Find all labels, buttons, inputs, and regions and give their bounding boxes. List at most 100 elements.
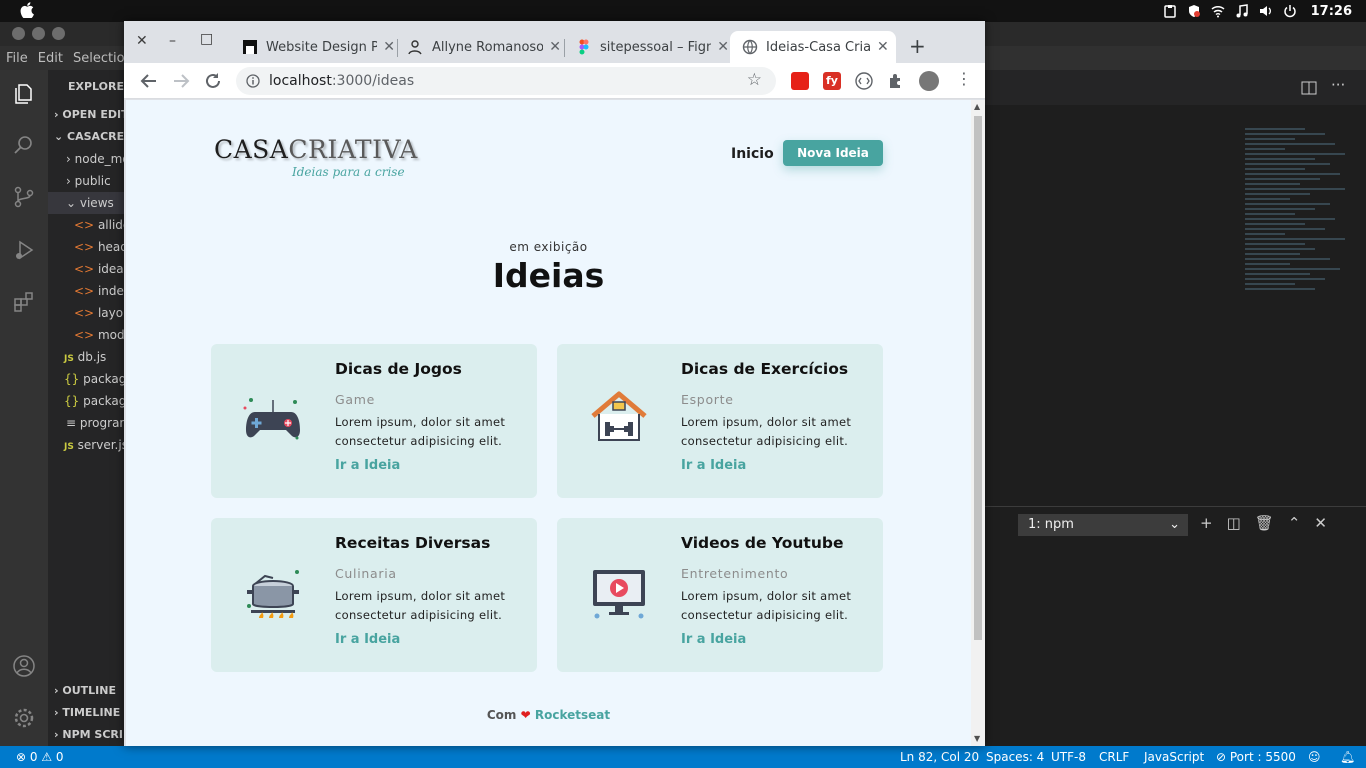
- tab-website-design[interactable]: Website Design Pro ✕: [230, 31, 395, 63]
- shield-icon[interactable]: [1187, 4, 1201, 18]
- profile-avatar[interactable]: [919, 71, 939, 91]
- tree-item[interactable]: <> head.html: [74, 236, 126, 258]
- outline-section[interactable]: › OUTLINE: [54, 680, 116, 702]
- chevron-up-icon[interactable]: ⌃: [1288, 514, 1301, 532]
- logo-bold-text: CRIATIVA: [288, 135, 418, 164]
- cursor-position[interactable]: Ln 82, Col 20: [900, 746, 979, 768]
- live-server-port[interactable]: ⊘ Port : 5500: [1216, 746, 1296, 768]
- idea-card[interactable]: Videos de Youtube Entretenimento Lorem i…: [557, 518, 883, 672]
- nav-home-link[interactable]: Inicio: [731, 146, 774, 162]
- tree-item[interactable]: JS server.js: [64, 434, 126, 456]
- indentation[interactable]: Spaces: 4: [986, 746, 1044, 768]
- rocketseat-link[interactable]: Rocketseat: [535, 708, 610, 722]
- clipboard-icon[interactable]: [1163, 4, 1177, 18]
- music-icon[interactable]: [1235, 4, 1249, 18]
- volume-icon[interactable]: [1259, 4, 1273, 18]
- power-icon[interactable]: [1283, 4, 1297, 18]
- close-tab-icon[interactable]: ✕: [383, 39, 395, 55]
- open-editors-section[interactable]: › OPEN EDITORS: [54, 104, 126, 126]
- add-terminal-icon[interactable]: +: [1200, 514, 1213, 532]
- close-tab-icon[interactable]: ✕: [717, 39, 729, 55]
- maximize-window-icon[interactable]: □: [200, 31, 213, 47]
- scrollbar-thumb[interactable]: [974, 116, 982, 640]
- explorer-icon[interactable]: [12, 82, 36, 106]
- tree-item[interactable]: › node_modules: [66, 148, 126, 170]
- extensions-icon[interactable]: [12, 290, 36, 314]
- new-tab-icon[interactable]: +: [909, 34, 926, 58]
- trash-icon[interactable]: 🗑: [1255, 514, 1274, 532]
- notifications-icon[interactable]: 🔔︎: [1340, 746, 1355, 768]
- tab-allyne[interactable]: Allyne Romanosoares ✕: [396, 31, 561, 63]
- split-terminal-icon[interactable]: ◫: [1227, 514, 1241, 532]
- card-category: Esporte: [681, 392, 734, 407]
- bookmark-star-icon[interactable]: ☆: [747, 70, 762, 90]
- card-link[interactable]: Ir a Ideia: [681, 632, 746, 647]
- fy-extension-icon[interactable]: fy: [823, 72, 841, 90]
- tree-item[interactable]: <> layout.html: [74, 302, 126, 324]
- tree-item[interactable]: {} package-lock.json: [64, 390, 126, 412]
- npm-scripts-section[interactable]: › NPM SCRIPTS: [54, 724, 126, 746]
- encoding[interactable]: UTF-8: [1051, 746, 1086, 768]
- project-folder[interactable]: ⌄ CASACREATIVA: [54, 126, 126, 148]
- page-scrollbar[interactable]: ▲ ▼: [971, 100, 985, 746]
- account-icon[interactable]: [12, 654, 36, 678]
- wifi-icon[interactable]: [1211, 4, 1225, 18]
- tree-item[interactable]: › public: [66, 170, 111, 192]
- end-of-line[interactable]: CRLF: [1099, 746, 1129, 768]
- card-link[interactable]: Ir a Ideia: [681, 458, 746, 473]
- minimize-window-icon[interactable]: –: [169, 33, 176, 49]
- tree-item[interactable]: {} package.json: [64, 368, 126, 390]
- tab-figma[interactable]: sitepessoal – Figma ✕: [564, 31, 729, 63]
- card-link[interactable]: Ir a Ideia: [335, 458, 400, 473]
- language-mode[interactable]: JavaScript: [1144, 746, 1204, 768]
- reload-icon[interactable]: [202, 70, 224, 92]
- code-extension-icon[interactable]: [855, 72, 873, 90]
- browser-menu-icon[interactable]: ⋮: [956, 69, 972, 88]
- tree-item[interactable]: <> ideas.html: [74, 258, 126, 280]
- tree-item[interactable]: <> modal.html: [74, 324, 126, 346]
- terminal-select[interactable]: 1: npm ⌄: [1018, 514, 1188, 536]
- idea-card[interactable]: Dicas de Jogos Game Lorem ipsum, dolor s…: [211, 344, 537, 498]
- timeline-section[interactable]: › TIMELINE: [54, 702, 120, 724]
- tab-ideias-active[interactable]: Ideias-Casa Criativa ✕: [730, 31, 896, 63]
- scroll-down-arrow-icon[interactable]: ▼: [974, 734, 980, 743]
- close-tab-icon[interactable]: ✕: [549, 39, 561, 55]
- new-idea-button[interactable]: Nova Ideia: [783, 140, 883, 166]
- menu-edit[interactable]: Edit: [38, 51, 63, 66]
- run-debug-icon[interactable]: [12, 238, 36, 262]
- close-window-icon[interactable]: ✕: [136, 33, 148, 49]
- close-panel-icon[interactable]: ✕: [1314, 514, 1327, 532]
- clock[interactable]: 17:26: [1311, 4, 1352, 19]
- window-close-button[interactable]: [12, 27, 25, 40]
- search-icon[interactable]: [12, 133, 36, 157]
- site-info-icon[interactable]: [246, 74, 260, 88]
- idea-card[interactable]: Dicas de Exercícios Esporte Lorem ipsum,…: [557, 344, 883, 498]
- apple-icon[interactable]: [20, 2, 34, 22]
- extensions-puzzle-icon[interactable]: [887, 72, 905, 90]
- tree-item[interactable]: <> allideas.html: [74, 214, 126, 236]
- close-tab-icon[interactable]: ✕: [877, 39, 889, 55]
- logo[interactable]: CASACRIATIVA Ideias para a crise: [214, 135, 418, 179]
- window-minimize-button[interactable]: [32, 27, 45, 40]
- feedback-icon[interactable]: ☺: [1308, 746, 1321, 768]
- tree-item[interactable]: ≡ programming.txt: [66, 412, 126, 434]
- split-editor-icon[interactable]: [1301, 80, 1317, 96]
- idea-card[interactable]: Receitas Diversas Culinaria Lorem ipsum,…: [211, 518, 537, 672]
- terminal-panel[interactable]: [985, 506, 1366, 746]
- address-bar[interactable]: localhost:3000/ideas ☆: [236, 67, 776, 95]
- youtube-extension-icon[interactable]: [791, 72, 809, 90]
- card-link[interactable]: Ir a Ideia: [335, 632, 400, 647]
- window-maximize-button[interactable]: [52, 27, 65, 40]
- more-actions-icon[interactable]: ···: [1331, 76, 1345, 94]
- tree-item-selected[interactable]: ⌄ views: [48, 192, 126, 214]
- source-control-icon[interactable]: [12, 185, 36, 209]
- scroll-up-arrow-icon[interactable]: ▲: [974, 102, 980, 111]
- settings-gear-icon[interactable]: [12, 706, 36, 730]
- tree-item[interactable]: JS db.js: [64, 346, 106, 368]
- back-icon[interactable]: [138, 70, 160, 92]
- problems-indicator[interactable]: ⊗ 0 ⚠ 0: [16, 746, 64, 768]
- menu-file[interactable]: File: [6, 51, 28, 66]
- minimap[interactable]: [1245, 128, 1355, 298]
- tree-item[interactable]: <> index.html: [74, 280, 126, 302]
- forward-icon[interactable]: [170, 70, 192, 92]
